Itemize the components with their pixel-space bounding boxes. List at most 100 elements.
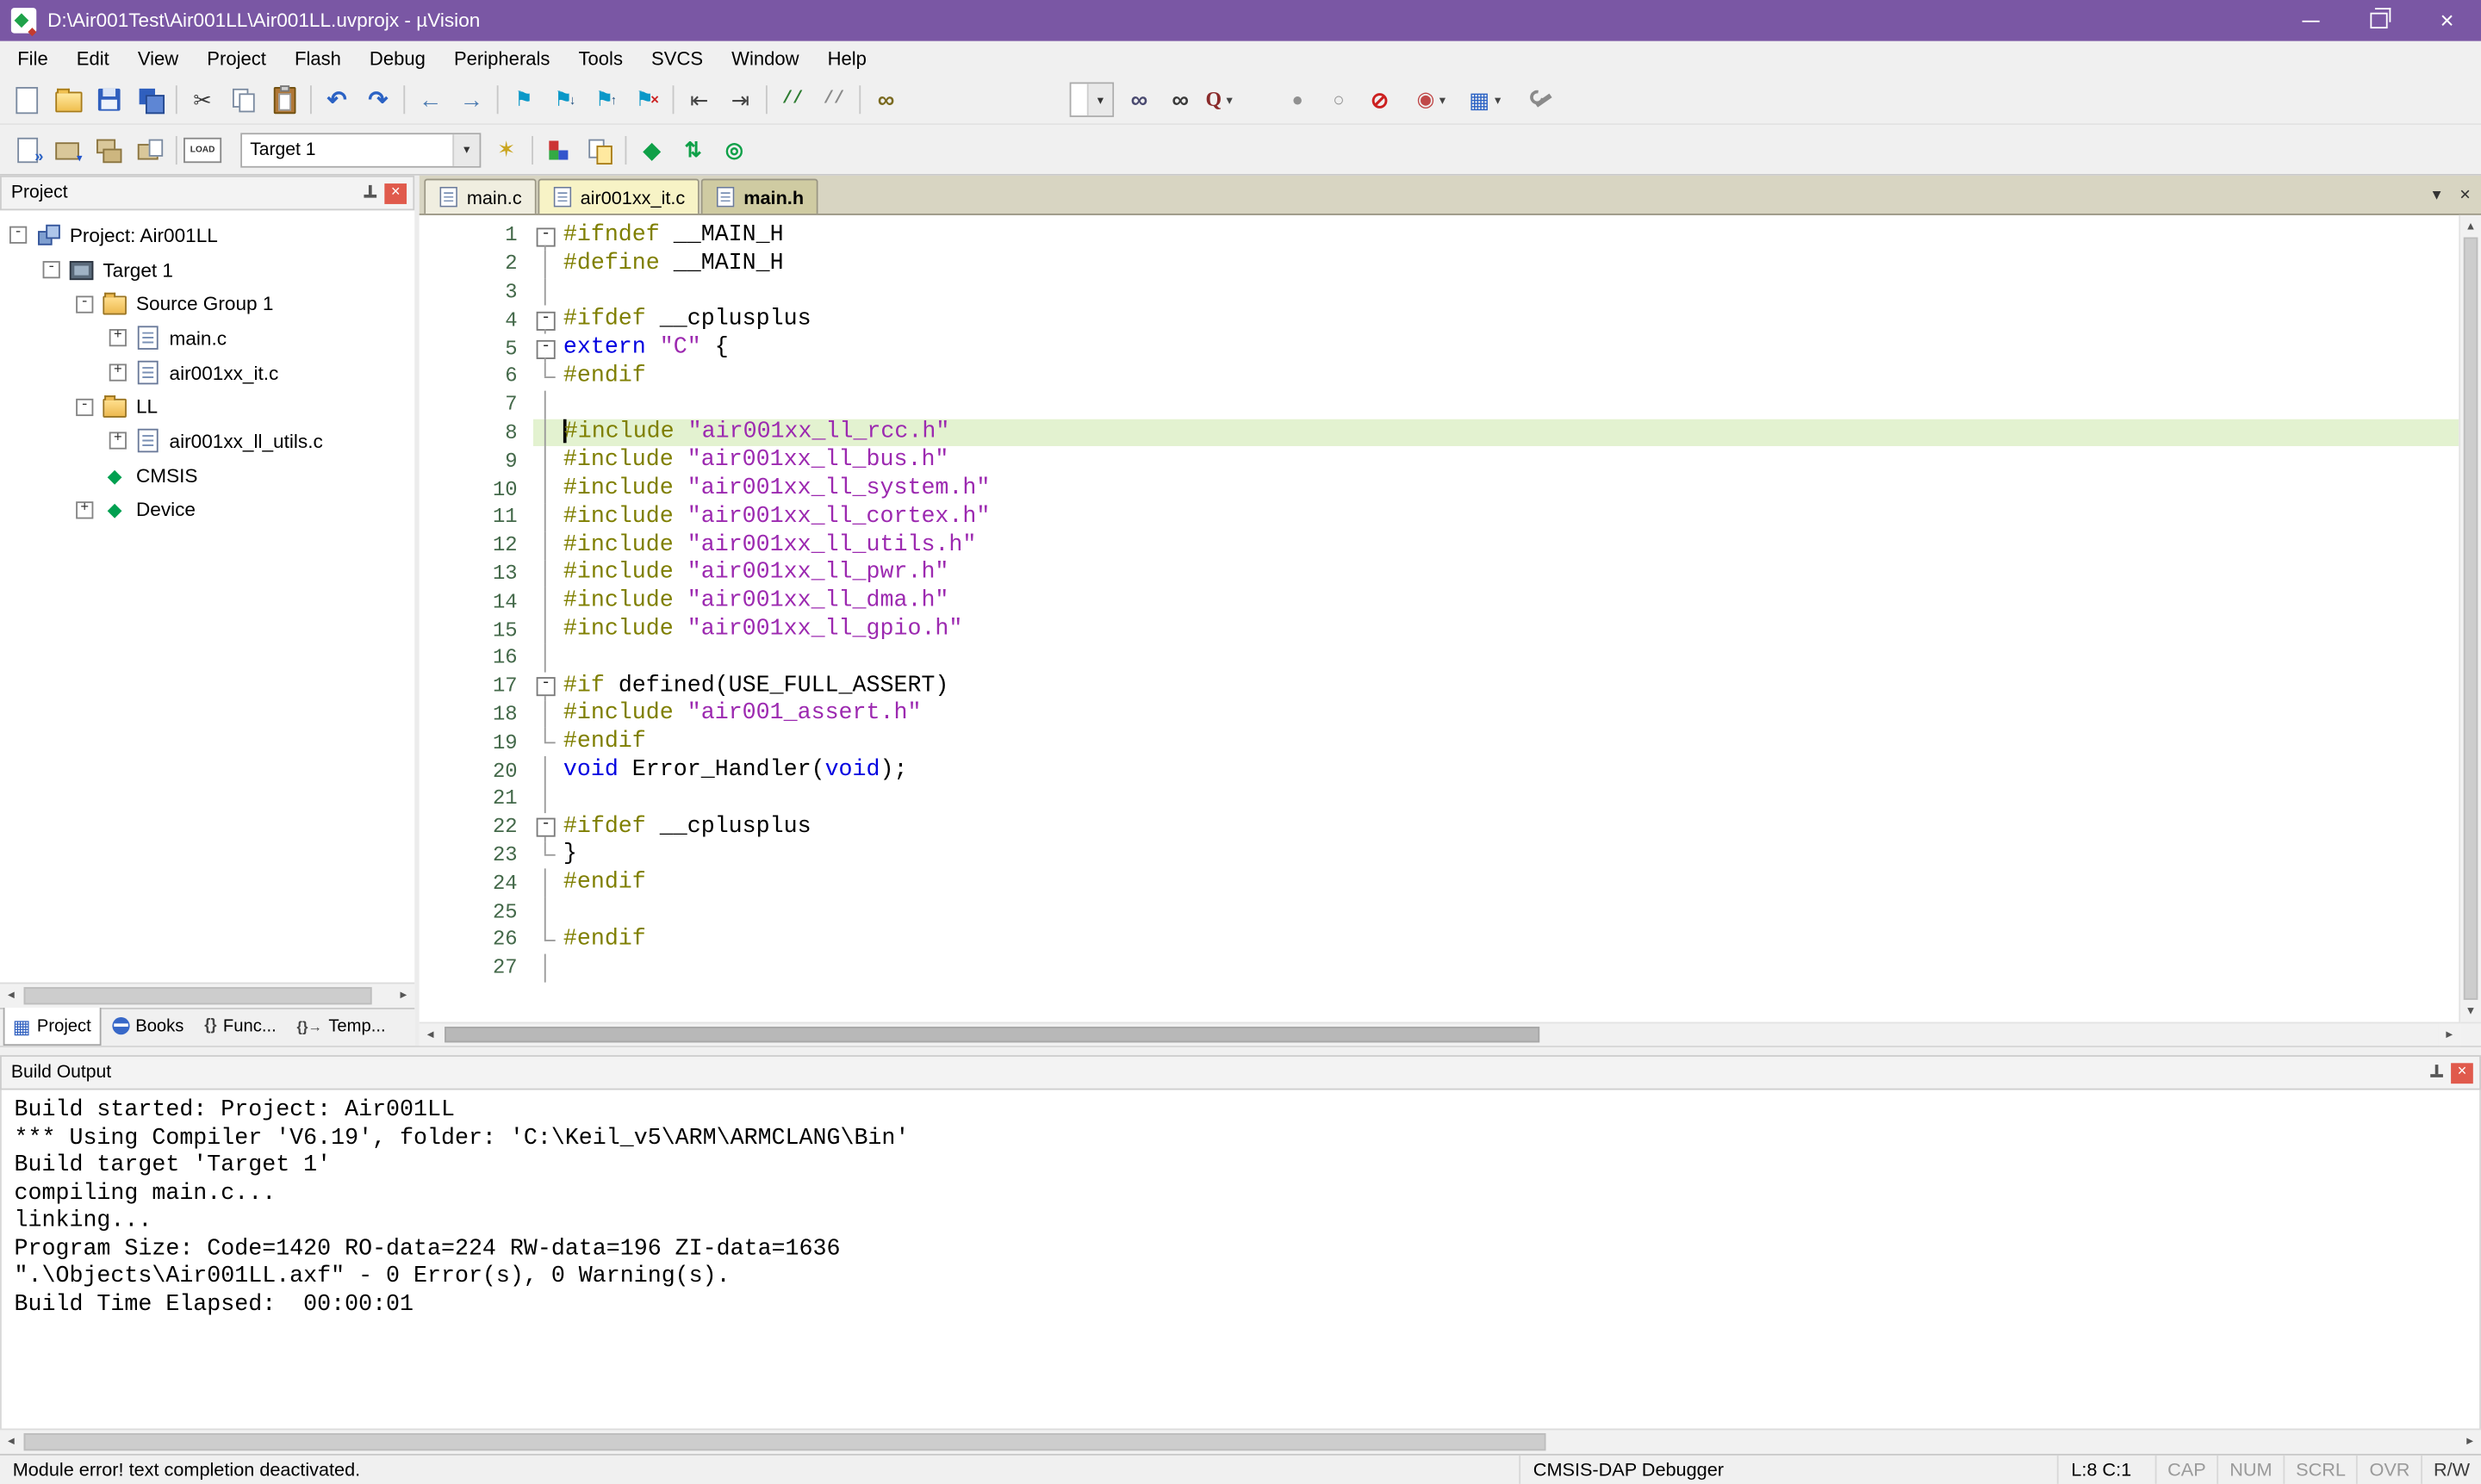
redo-icon[interactable]: [358, 81, 399, 119]
code-line[interactable]: 9#include "air001xx_ll_bus.h": [420, 447, 2459, 475]
line-number[interactable]: 13: [454, 562, 533, 586]
find-icon[interactable]: [1160, 81, 1201, 119]
panel-tab-temp[interactable]: Temp...: [288, 1006, 395, 1046]
line-number[interactable]: 8: [454, 421, 533, 445]
paste-icon[interactable]: [264, 81, 306, 119]
tree-item-air001xx-it-c[interactable]: +air001xx_it.c: [0, 356, 414, 390]
fold-collapse-icon[interactable]: -: [537, 312, 556, 331]
tree-item-cmsis[interactable]: CMSIS: [0, 458, 414, 493]
tree-item-source-group-1[interactable]: -Source Group 1: [0, 287, 414, 321]
scrollbar-thumb[interactable]: [2464, 238, 2478, 1000]
panel-tab-project[interactable]: Project: [3, 1006, 101, 1046]
menu-item-window[interactable]: Window: [718, 43, 813, 75]
code-line[interactable]: 13#include "air001xx_ll_pwr.h": [420, 559, 2459, 587]
code-line[interactable]: 8#include "air001xx_ll_rcc.h": [420, 419, 2459, 447]
bookmark-clear-icon[interactable]: [626, 81, 668, 119]
line-number[interactable]: 12: [454, 533, 533, 557]
line-number[interactable]: 27: [454, 956, 533, 980]
bookmark-prev-icon[interactable]: [586, 81, 627, 119]
code-line[interactable]: 7: [420, 390, 2459, 419]
scroll-left-icon[interactable]: ◄: [0, 1430, 22, 1454]
line-number[interactable]: 25: [454, 899, 533, 923]
tree-item-air001xx-ll-utils-c[interactable]: +air001xx_ll_utils.c: [0, 424, 414, 458]
scroll-left-icon[interactable]: ◄: [420, 1023, 442, 1046]
tree-expander[interactable]: -: [76, 295, 93, 313]
menu-item-view[interactable]: View: [123, 43, 192, 75]
pack-update-icon[interactable]: [713, 131, 755, 169]
editor-horizontal-scrollbar[interactable]: ◄ ►: [420, 1022, 2460, 1046]
menu-item-file[interactable]: File: [3, 43, 63, 75]
line-number[interactable]: 2: [454, 251, 533, 276]
line-number[interactable]: 19: [454, 730, 533, 754]
breakpoint-icon[interactable]: [1277, 81, 1318, 119]
line-number[interactable]: 21: [454, 786, 533, 810]
menu-item-help[interactable]: Help: [813, 43, 880, 75]
scrollbar-thumb[interactable]: [24, 1433, 1546, 1450]
code-line[interactable]: 16: [420, 643, 2459, 672]
file-extensions-icon[interactable]: [579, 131, 620, 169]
line-number[interactable]: 14: [454, 590, 533, 614]
line-number[interactable]: 3: [454, 280, 533, 304]
code-line[interactable]: 20void Error_Handler(void);: [420, 756, 2459, 785]
maximize-button[interactable]: [2345, 0, 2413, 41]
line-number[interactable]: 4: [454, 308, 533, 332]
line-number[interactable]: 11: [454, 506, 533, 530]
tree-item-project-air001ll[interactable]: -Project: Air001LL: [0, 218, 414, 252]
code-line[interactable]: 2#define __MAIN_H: [420, 250, 2459, 278]
debugger-status[interactable]: CMSIS-DAP Debugger: [1519, 1456, 1736, 1484]
line-number[interactable]: 16: [454, 646, 533, 670]
new-file-icon[interactable]: [6, 81, 47, 119]
tree-expander[interactable]: +: [76, 501, 93, 518]
panel-tab-books[interactable]: Books: [103, 1006, 194, 1046]
scrollbar-thumb[interactable]: [445, 1027, 1539, 1042]
line-number[interactable]: 22: [454, 815, 533, 839]
code-line[interactable]: 5-extern "C" {: [420, 334, 2459, 363]
fold-marker[interactable]: -: [533, 306, 558, 334]
manage-items-icon[interactable]: [538, 131, 579, 169]
line-number[interactable]: 7: [454, 393, 533, 417]
code-line[interactable]: 21: [420, 785, 2459, 813]
pack-installer-icon[interactable]: [673, 131, 714, 169]
tree-expander[interactable]: -: [76, 398, 93, 415]
code-line[interactable]: 17-#if defined(USE_FULL_ASSERT): [420, 672, 2459, 700]
tree-expander[interactable]: -: [43, 261, 60, 278]
line-number[interactable]: 24: [454, 872, 533, 896]
translate-icon[interactable]: [6, 131, 47, 169]
fold-marker[interactable]: -: [533, 813, 558, 841]
fold-marker[interactable]: -: [533, 672, 558, 700]
save-all-icon[interactable]: [130, 81, 171, 119]
nav-back-icon[interactable]: [410, 81, 451, 119]
menu-item-flash[interactable]: Flash: [280, 43, 355, 75]
code-editor[interactable]: 1-#ifndef __MAIN_H2#define __MAIN_H34-#i…: [420, 215, 2459, 1022]
breakpoint-kill-icon[interactable]: [1359, 81, 1401, 119]
build-icon[interactable]: [47, 131, 89, 169]
horizontal-splitter[interactable]: [0, 1046, 2481, 1055]
code-line[interactable]: 19#endif: [420, 729, 2459, 757]
line-number[interactable]: 10: [454, 477, 533, 501]
incremental-find-icon[interactable]: [1201, 81, 1242, 119]
nav-forward-icon[interactable]: [451, 81, 492, 119]
editor-tab-main-h[interactable]: main.h: [701, 179, 818, 214]
batch-build-icon[interactable]: [130, 131, 171, 169]
editor-tab-air001xx-it-c[interactable]: air001xx_it.c: [538, 179, 700, 214]
tab-list-dropdown-button[interactable]: ▼: [2426, 183, 2448, 206]
line-number[interactable]: 9: [454, 449, 533, 473]
panel-tab-func[interactable]: Func...: [195, 1006, 285, 1046]
window-layout-icon[interactable]: [1467, 81, 1508, 119]
code-line[interactable]: 24#endif: [420, 869, 2459, 897]
line-number[interactable]: 5: [454, 336, 533, 360]
code-line[interactable]: 11#include "air001xx_ll_cortex.h": [420, 503, 2459, 531]
bookmark-icon[interactable]: [503, 81, 544, 119]
build-output-log[interactable]: Build started: Project: Air001LL*** Usin…: [0, 1090, 2481, 1429]
tree-item-target-1[interactable]: -Target 1: [0, 252, 414, 287]
fold-collapse-icon[interactable]: -: [537, 227, 556, 246]
tree-expander[interactable]: +: [109, 432, 127, 450]
code-line[interactable]: 10#include "air001xx_ll_system.h": [420, 475, 2459, 503]
configure-icon[interactable]: [1520, 81, 1562, 119]
cut-icon[interactable]: [182, 81, 223, 119]
menu-item-project[interactable]: Project: [193, 43, 281, 75]
pin-icon[interactable]: [361, 183, 380, 202]
project-panel-close-button[interactable]: [384, 183, 407, 203]
editor-tab-main-c[interactable]: main.c: [424, 179, 536, 214]
fold-collapse-icon[interactable]: -: [537, 339, 556, 358]
